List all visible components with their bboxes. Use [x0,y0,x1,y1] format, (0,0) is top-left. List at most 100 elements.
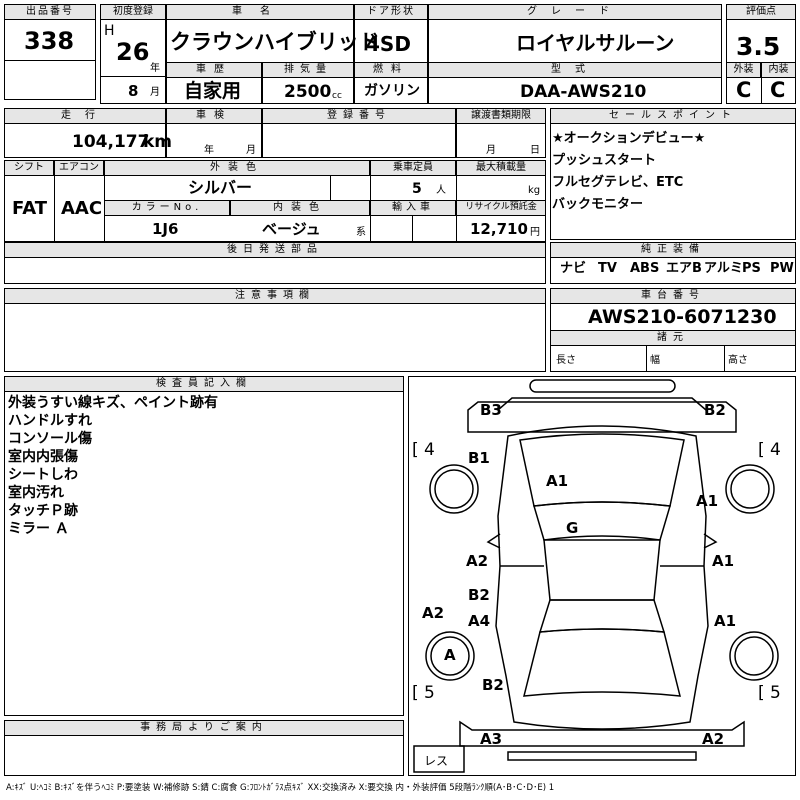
exterior-label: 外装 [726,62,761,78]
tire-bracket: [ [758,440,765,460]
inspection-month-unit: 月 [246,145,256,156]
ext-color: シルバー [188,178,253,197]
inspector-item: 室内汚れ [8,485,64,501]
inspector-item: 外装うすい線キズ、ペイント跡有 [8,395,218,411]
damage-code: A1 [714,612,736,630]
equipment-item: PS [742,261,761,276]
tire-bracket: [ [412,440,419,460]
inspector-item: シートしわ [8,467,78,483]
tire-bracket: [ [412,683,419,703]
tire-bracket: [ [758,683,765,703]
inspector-item: 室内内張傷 [8,449,78,465]
recycle-label: リサイクル預託金 [456,200,546,216]
lot-label: 出品番号 [4,4,96,20]
damage-code: B2 [468,586,490,604]
damage-code: A1 [712,552,734,570]
import-label: 輸入車 [370,200,456,216]
equipment-item: アルミ [704,261,743,276]
ac-label: エアコン [54,160,104,176]
sales-item: プッシュスタート [552,153,657,168]
grade-label: グレード [428,4,722,20]
damage-code: A [444,646,456,664]
recycle-unit: 円 [530,227,540,238]
inspector-item: タッチＰ跡 [8,503,78,519]
history: 自家用 [184,80,242,102]
height-label: 高さ [728,355,748,366]
int-color-unit: 系 [356,227,366,238]
model-label: 型式 [428,62,722,78]
sales-item: フルセグテレビ、ETC [552,175,684,190]
door-type: 4SD [366,32,411,56]
grade: ロイヤルサルーン [516,31,675,55]
capacity-unit: 人 [436,185,446,196]
car-diagram: B3 B2 B1 A1 A1 G A2 A1 B2 A4 A1 A2 A B2 … [412,379,781,773]
sales-item: バックモニター [552,197,644,212]
inspector-label: 検査員記入欄 [4,376,404,392]
damage-code: A2 [702,730,724,748]
dimensions-label: 諸元 [550,330,796,346]
shift-label: シフト [4,160,54,176]
history-label: 車歴 [166,62,262,78]
equipment-item: TV [598,261,617,276]
equipment-item: ABS [630,261,660,276]
sales-item: ★オークションデビュー★ [552,131,706,146]
displacement-label: 排気量 [262,62,354,78]
registration-label: 登録番号 [262,108,456,124]
door-label: ドア形状 [354,4,428,20]
fuel-label: 燃料 [354,62,428,78]
year-unit: 年 [150,63,160,74]
legend: A:ｷｽﾞ U:ﾍｺﾐ B:ｷｽﾞを伴うﾍｺﾐ P:要塗装 W:補修跡 S:錆 … [6,783,555,793]
tire-front-right: 4 [770,440,781,460]
chassis-number: AWS210-6071230 [588,306,777,328]
damage-code: B3 [480,401,502,419]
capacity-label: 乗車定員 [370,160,456,176]
tire-rear-left: 5 [424,683,435,703]
shift: FAT [12,198,48,219]
ext-color-label: 外装色 [104,160,370,176]
int-color-label: 内装色 [230,200,370,216]
displacement: 2500 [284,82,332,102]
first-reg-month: 8 [128,82,139,100]
inspector-item: ハンドルすれ [8,413,92,429]
damage-code: B2 [482,676,504,694]
office-label: 事務局よりご案内 [4,720,404,736]
inspector-item: コンソール傷 [8,431,92,447]
era: H [104,23,115,39]
fuel: ガソリン [364,83,420,99]
transfer-month-unit: 月 [486,145,496,156]
recycle: 12,710 [470,220,528,238]
sales-label: セールスポイント [550,108,796,124]
interior-grade: C [770,78,786,102]
transfer-day-unit: 日 [530,145,540,156]
damage-code: A1 [546,472,568,490]
equipment-item: PW [770,261,794,276]
damage-code: B2 [704,401,726,419]
first-reg-year: 26 [116,38,150,66]
later-parts-label: 後日発送部品 [4,242,546,258]
car-name-label: 車名 [166,4,354,20]
capacity: 5 [412,181,422,197]
displacement-unit: cc [332,91,342,101]
exterior-grade: C [736,78,752,102]
damage-code: A2 [466,552,488,570]
length-label: 長さ [556,355,576,366]
spare-tire: レス [424,754,448,768]
transfer-label: 譲渡書類期限 [456,108,546,124]
ac: AAC [61,198,103,219]
color-no-label: カラーNo. [104,200,230,216]
notes-label: 注意事項欄 [4,288,546,304]
load-unit: kg [528,185,541,196]
equipment-label: 純正装備 [550,242,796,258]
color-no: 1J6 [152,220,179,238]
inspection-label: 車検 [166,108,262,124]
damage-code: B1 [468,449,490,467]
car-name: クラウンハイブリッド [170,30,380,54]
score: 3.5 [736,32,781,61]
width-label: 幅 [650,355,660,366]
month-unit: 月 [150,87,160,98]
equipment-item: エアB [666,261,702,276]
inspector-item: ミラー Ａ [8,521,69,537]
damage-code: A4 [468,612,490,630]
damage-code: G [566,519,578,537]
damage-code: A1 [696,492,718,510]
